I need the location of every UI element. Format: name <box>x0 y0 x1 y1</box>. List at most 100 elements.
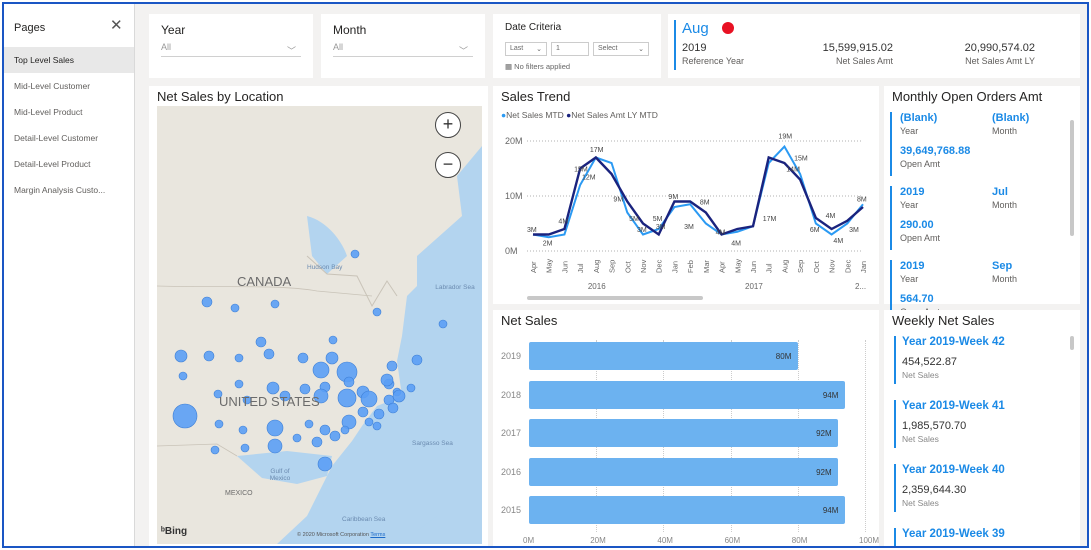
close-icon[interactable]: ✕ <box>110 18 123 33</box>
open-orders-amount: 290.00 <box>900 219 934 231</box>
page-item[interactable]: Detail-Level Product <box>4 151 134 177</box>
map-bubble[interactable] <box>372 421 382 431</box>
x-tick-label: 80M <box>791 536 808 545</box>
map-bubble[interactable] <box>172 403 198 429</box>
map-label-caribbean-sea: Caribbean Sea <box>342 516 386 523</box>
period-dropdown[interactable]: Last ⌄ <box>505 42 547 56</box>
map-bubble[interactable] <box>311 436 323 448</box>
map-bubble[interactable] <box>364 417 374 427</box>
map-bubble[interactable] <box>267 438 283 454</box>
page-item[interactable]: Mid-Level Product <box>4 99 134 125</box>
map-bubble[interactable] <box>292 433 302 443</box>
weekly-week-label: Year 2019-Week 40 <box>902 464 1005 476</box>
weekly-net-sales-label: Net Sales <box>902 370 939 380</box>
page-item[interactable]: Detail-Level Customer <box>4 125 134 151</box>
page-item[interactable]: Mid-Level Customer <box>4 73 134 99</box>
bar[interactable] <box>529 419 839 447</box>
weekly-net-sales-visual: Weekly Net Sales Year 2019-Week 42 454,5… <box>884 310 1080 546</box>
map-bubble[interactable] <box>304 419 314 429</box>
unit-dropdown[interactable]: Select ⌄ <box>593 42 649 56</box>
legend-item-net-sales-ly-mtd[interactable]: Net Sales Amt LY MTD <box>571 110 658 120</box>
map-bubble[interactable] <box>325 351 339 365</box>
monthly-open-orders-visual: Monthly Open Orders Amt (Blank) (Blank) … <box>884 86 1080 324</box>
grid-line <box>865 340 866 532</box>
horizontal-scrollbar[interactable] <box>527 296 703 300</box>
open-orders-month: Jul <box>992 186 1008 198</box>
series-line[interactable] <box>532 144 864 239</box>
map-bubble[interactable] <box>210 445 220 455</box>
legend-item-net-sales-mtd[interactable]: Net Sales MTD <box>506 110 564 120</box>
map-bubble[interactable] <box>297 352 309 364</box>
open-orders-year-label: Year <box>900 200 919 210</box>
map-bubble[interactable] <box>411 354 423 366</box>
x-tick-label: Jul <box>576 263 585 273</box>
map-bubble[interactable] <box>360 390 378 408</box>
map-bubble[interactable] <box>203 350 215 362</box>
map-bubble[interactable] <box>240 443 250 453</box>
map-bubble[interactable] <box>340 425 350 435</box>
weekly-net-sales-value: 2,359,644.30 <box>902 484 967 496</box>
map-bubble[interactable] <box>270 299 280 309</box>
map-bubble[interactable] <box>266 381 280 395</box>
map-bubble[interactable] <box>319 424 331 436</box>
map-bubble[interactable] <box>328 335 338 345</box>
zoom-in-button[interactable]: + <box>435 112 461 138</box>
map-bubble[interactable] <box>357 406 369 418</box>
map-bubble[interactable] <box>299 383 311 395</box>
map-bubble[interactable] <box>266 419 284 437</box>
data-label: 12M <box>582 175 596 182</box>
calendar-icon: ▦ <box>505 62 515 71</box>
map-bubble[interactable] <box>317 456 333 472</box>
map-bubble[interactable] <box>337 388 357 408</box>
weekly-accent-bar <box>894 336 896 384</box>
map-bubble[interactable] <box>386 360 398 372</box>
month-dropdown[interactable]: All <box>333 42 473 57</box>
map-bubble[interactable] <box>392 389 406 403</box>
open-orders-amount: 39,649,768.88 <box>900 145 971 157</box>
map-bubble[interactable] <box>230 303 240 313</box>
vertical-scrollbar[interactable] <box>1070 120 1074 236</box>
x-tick-label: Aug <box>592 260 601 273</box>
map-bubble[interactable] <box>178 371 188 381</box>
map-bubble[interactable] <box>174 349 188 363</box>
bar[interactable] <box>529 380 845 409</box>
month-slicer-title: Month <box>333 23 367 37</box>
bar[interactable] <box>529 457 839 486</box>
kpi-net-sales-ly: 20,990,574.02 <box>964 42 1035 54</box>
data-label: 3M <box>656 224 666 231</box>
bar[interactable] <box>529 342 798 370</box>
weekly-week-label: Year 2019-Week 39 <box>902 528 1005 540</box>
zoom-out-button[interactable]: − <box>435 152 461 178</box>
map-bubble[interactable] <box>234 353 244 363</box>
page-item[interactable]: Margin Analysis Custo... <box>4 177 134 203</box>
map-bubble[interactable] <box>373 408 385 420</box>
map-bubble[interactable] <box>255 336 267 348</box>
bar[interactable] <box>529 496 845 524</box>
map-label-sargasso-sea: Sargasso Sea <box>412 440 453 447</box>
map-canvas[interactable]: CANADA UNITED STATES MEXICO Hudson Bay L… <box>157 106 482 544</box>
map-bubble[interactable] <box>312 361 330 379</box>
chevron-down-icon[interactable]: ﹀ <box>287 44 296 57</box>
map-bubble[interactable] <box>201 296 213 308</box>
data-label: 14M <box>786 166 800 173</box>
page-item[interactable]: Top Level Sales <box>4 47 134 73</box>
map-bubble[interactable] <box>372 307 382 317</box>
terms-link[interactable]: Terms <box>370 532 385 538</box>
map-bubble[interactable] <box>343 376 355 388</box>
map-bubble[interactable] <box>438 319 448 329</box>
map-bubble[interactable] <box>238 425 248 435</box>
year-dropdown[interactable]: All <box>161 42 301 57</box>
chevron-down-icon[interactable]: ﹀ <box>459 44 468 57</box>
map-bubble[interactable] <box>234 379 244 389</box>
map-bubble[interactable] <box>214 419 224 429</box>
count-input[interactable]: 1 <box>551 42 589 56</box>
map-bubble[interactable] <box>406 383 416 393</box>
map-bubble[interactable] <box>387 402 399 414</box>
map-bubble[interactable] <box>380 373 394 387</box>
x-tick-label: Mar <box>702 260 711 273</box>
map-bubble[interactable] <box>329 430 341 442</box>
month-dropdown-value: All <box>333 42 344 52</box>
map-bubble[interactable] <box>263 348 275 360</box>
map-bubble[interactable] <box>350 249 360 259</box>
vertical-scrollbar[interactable] <box>1070 336 1074 350</box>
